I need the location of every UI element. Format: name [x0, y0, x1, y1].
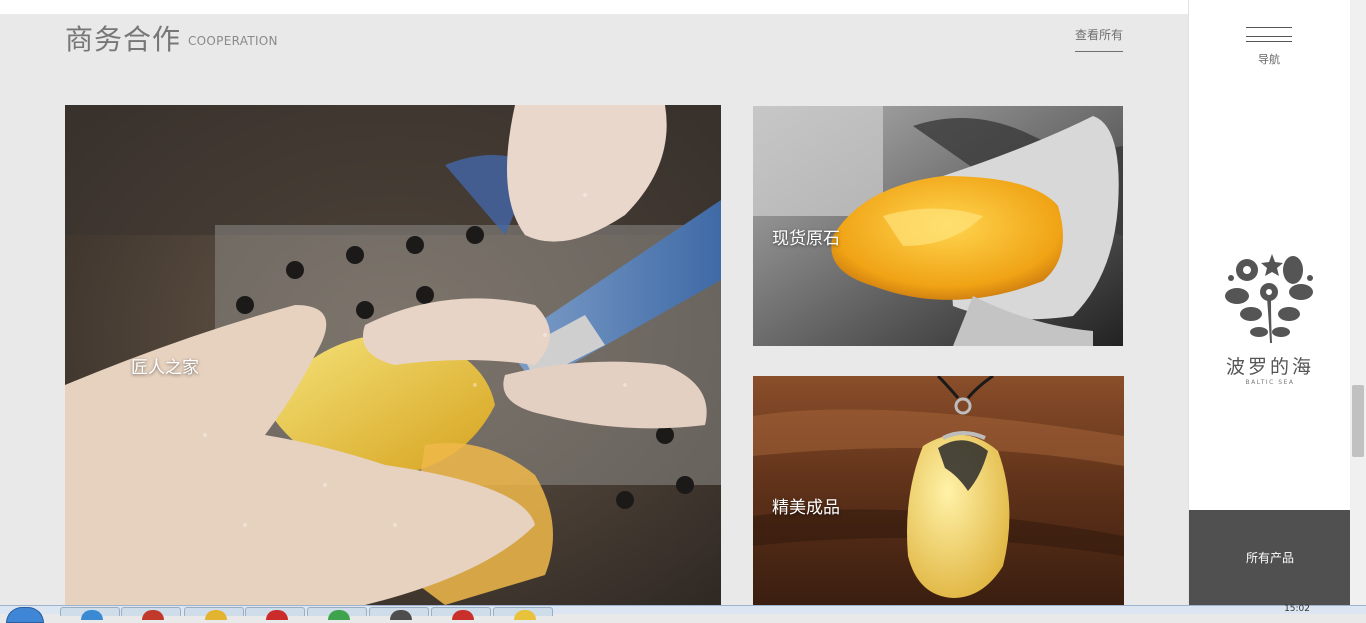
- tile-finished-product[interactable]: 精美成品: [753, 376, 1124, 605]
- scrollbar-thumb[interactable]: [1352, 385, 1364, 457]
- app-icon: [514, 610, 536, 620]
- start-button[interactable]: [6, 607, 44, 623]
- page-scrollbar[interactable]: [1350, 0, 1366, 605]
- monitor-icon: [390, 610, 412, 620]
- taskbar-app-button[interactable]: [307, 607, 367, 620]
- taskbar-app-button[interactable]: [121, 607, 181, 620]
- nav-menu-button[interactable]: 导航: [1246, 22, 1294, 66]
- menu-icon-line: [1246, 41, 1292, 42]
- brand-logo[interactable]: 波罗的海 BALTIC SEA: [1217, 248, 1323, 398]
- app-icon: [328, 610, 350, 620]
- top-bar: [0, 0, 1188, 14]
- taskbar-app-button[interactable]: [60, 607, 120, 620]
- section-title: 商务合作: [65, 23, 182, 56]
- brand-subtitle: BALTIC SEA: [1245, 379, 1295, 386]
- taskbar-app-button[interactable]: [493, 607, 553, 620]
- tile-label: 精美成品: [772, 498, 840, 518]
- section-header: 商务合作 COOPERATION 查看所有: [65, 18, 1125, 58]
- menu-icon-line: [1246, 36, 1292, 37]
- section-subtitle: COOPERATION: [188, 34, 278, 48]
- tile-label: 现货原石: [772, 229, 840, 249]
- browser-icon: [142, 610, 164, 620]
- app-icon: [266, 610, 288, 620]
- floral-logo-icon: [1225, 254, 1313, 343]
- app-icon: [452, 610, 474, 620]
- tile-artisan[interactable]: 匠人之家: [65, 105, 721, 605]
- taskbar-app-button[interactable]: [245, 607, 305, 620]
- nav-label: 导航: [1258, 53, 1280, 66]
- brand-name: 波罗的海: [1225, 356, 1314, 378]
- app-icon: [81, 610, 103, 620]
- right-sidebar: 导航 波罗的海 BALTIC SEA 所有产品: [1188, 0, 1351, 605]
- taskbar-app-button[interactable]: [184, 607, 244, 620]
- folder-icon: [205, 610, 227, 620]
- menu-icon: [1246, 27, 1292, 28]
- taskbar-app-button[interactable]: [431, 607, 491, 620]
- tile-rough-amber[interactable]: 现货原石: [753, 106, 1123, 346]
- all-products-button[interactable]: 所有产品: [1189, 510, 1351, 605]
- tile-label: 匠人之家: [131, 358, 199, 378]
- amber-pendant-image: [753, 376, 1124, 605]
- view-all-link[interactable]: 查看所有: [1074, 26, 1123, 52]
- taskbar-app-button[interactable]: [369, 607, 429, 620]
